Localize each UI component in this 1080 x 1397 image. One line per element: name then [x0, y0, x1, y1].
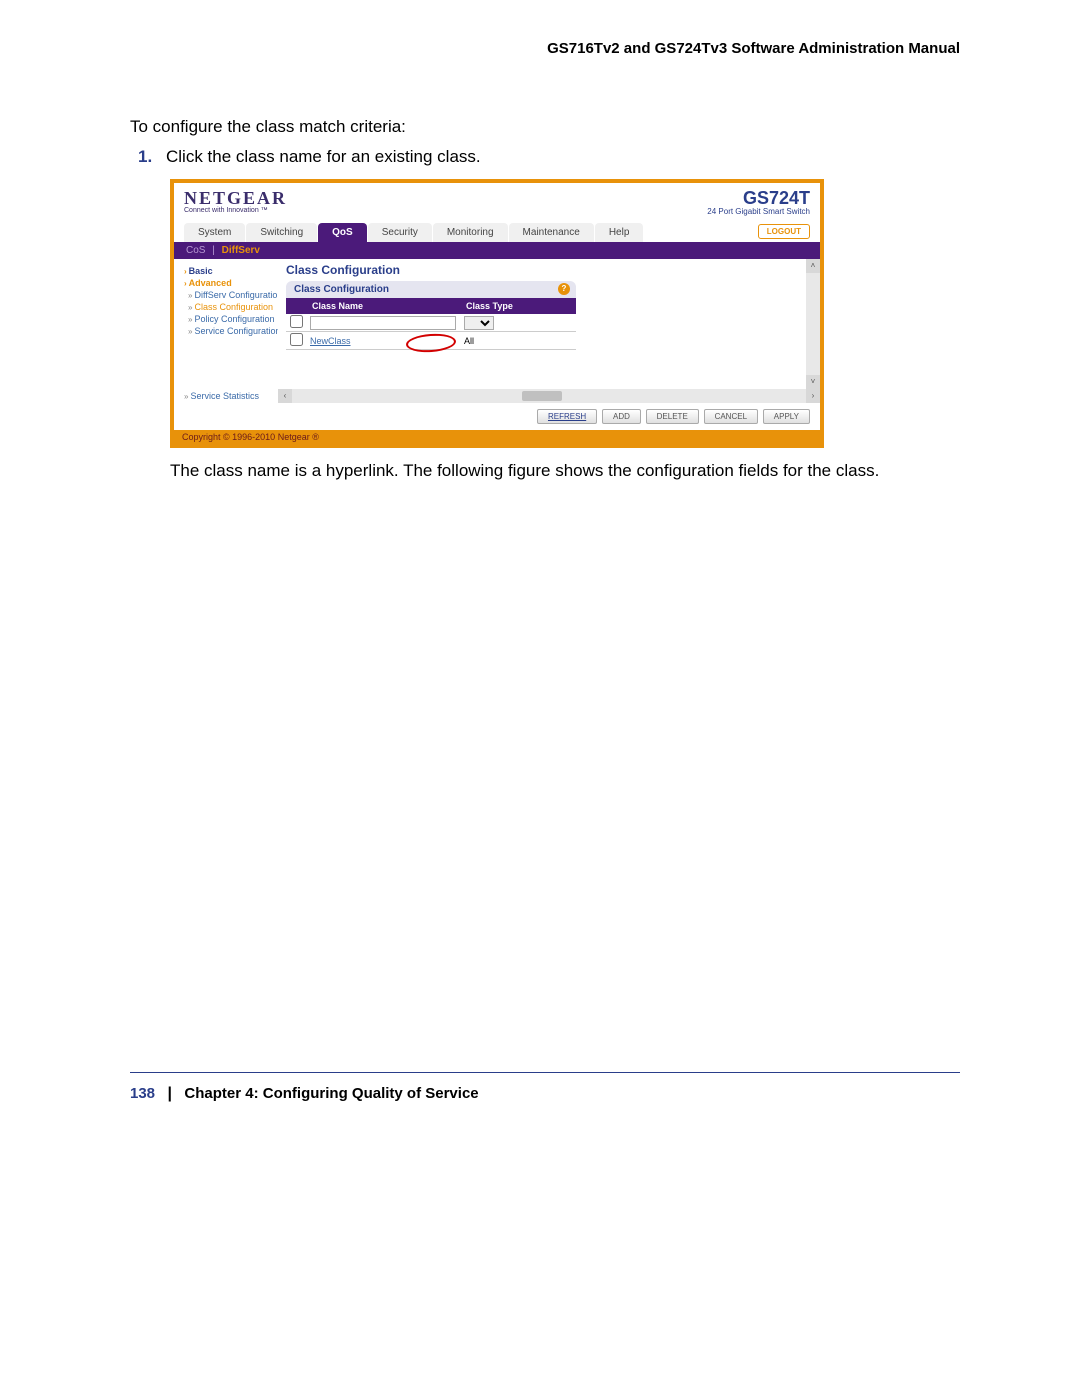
apply-button[interactable]: APPLY: [763, 409, 810, 424]
subtab-diffserv[interactable]: DiffServ: [222, 245, 260, 256]
class-name-link[interactable]: NewClass: [310, 336, 351, 346]
sidebar-diffserv-config[interactable]: »DiffServ Configuration: [178, 289, 274, 301]
refresh-button[interactable]: REFRESH: [537, 409, 597, 424]
class-name-input[interactable]: [310, 316, 456, 330]
panel-subheading: Class Configuration ?: [286, 281, 576, 298]
sidebar: ›Basic ›Advanced »DiffServ Configuration…: [174, 259, 278, 389]
intro-text: To configure the class match criteria:: [130, 117, 960, 137]
doc-header: GS716Tv2 and GS724Tv3 Software Administr…: [130, 30, 960, 117]
th-class-name: Class Name: [306, 298, 460, 314]
chapter-title: Chapter 4: Configuring Quality of Servic…: [184, 1085, 478, 1102]
row-checkbox[interactable]: [290, 333, 303, 346]
cancel-button[interactable]: CANCEL: [704, 409, 758, 424]
footer-separator: |: [167, 1085, 171, 1102]
chevron-right-icon: ›: [184, 279, 187, 288]
sidebar-basic[interactable]: ›Basic: [178, 265, 274, 277]
class-type-select[interactable]: [464, 316, 494, 330]
step-text: Click the class name for an existing cla…: [166, 147, 481, 167]
sidebar-policy-config[interactable]: »Policy Configuration: [178, 313, 274, 325]
main-tabs: System Switching QoS Security Monitoring…: [174, 220, 820, 242]
th-class-type: Class Type: [460, 298, 576, 314]
chevron-right-icon: »: [188, 303, 192, 312]
panel-heading: Class Configuration: [278, 259, 820, 279]
row-select-all-checkbox[interactable]: [290, 315, 303, 328]
chevron-right-icon: »: [188, 327, 192, 336]
chevron-right-icon: »: [188, 315, 192, 324]
scroll-up-icon[interactable]: ˄: [806, 259, 820, 273]
th-checkbox: [286, 298, 306, 314]
horizontal-scrollbar[interactable]: ‹ ›: [278, 389, 820, 403]
sidebar-advanced[interactable]: ›Advanced: [178, 277, 274, 289]
tab-monitoring[interactable]: Monitoring: [433, 223, 508, 242]
screenshot-figure: NETGEAR Connect with Innovation ™ GS724T…: [170, 179, 824, 448]
table-header-row: Class Name Class Type: [286, 298, 576, 314]
class-type-value: All: [464, 336, 474, 346]
help-icon[interactable]: ?: [558, 283, 570, 295]
scroll-down-icon[interactable]: ˅: [806, 375, 820, 389]
step-number: 1.: [138, 147, 166, 167]
table-input-row: [286, 314, 576, 332]
doc-footer: 138 | Chapter 4: Configuring Quality of …: [0, 1073, 1080, 1143]
step-1: 1. Click the class name for an existing …: [138, 147, 960, 167]
sidebar-service-stats[interactable]: »Service Statistics: [174, 391, 278, 401]
tab-switching[interactable]: Switching: [246, 223, 317, 242]
sub-tabs: CoS | DiffServ: [174, 242, 820, 259]
sidebar-service-config[interactable]: »Service Configuration: [178, 325, 274, 337]
tab-security[interactable]: Security: [368, 223, 432, 242]
netgear-logo: NETGEAR: [184, 189, 287, 207]
scroll-left-icon[interactable]: ‹: [278, 389, 292, 403]
table-row: NewClass All: [286, 332, 576, 350]
copyright-text: Copyright © 1996-2010 Netgear ®: [174, 430, 820, 444]
tab-maintenance[interactable]: Maintenance: [509, 223, 594, 242]
subtab-cos[interactable]: CoS: [186, 245, 205, 256]
logout-button[interactable]: LOGOUT: [758, 224, 810, 239]
product-tagline: 24 Port Gigabit Smart Switch: [707, 207, 810, 216]
chevron-right-icon: »: [184, 392, 188, 401]
scroll-thumb[interactable]: [522, 391, 562, 401]
chevron-right-icon: ›: [184, 267, 187, 276]
add-button[interactable]: ADD: [602, 409, 641, 424]
vertical-scrollbar[interactable]: ˄ ˅: [806, 259, 820, 389]
sidebar-class-config[interactable]: »Class Configuration: [178, 301, 274, 313]
subtab-separator: |: [212, 245, 215, 256]
post-figure-text: The class name is a hyperlink. The follo…: [170, 460, 960, 483]
netgear-tagline: Connect with Innovation ™: [184, 207, 287, 214]
netgear-brand: NETGEAR Connect with Innovation ™: [184, 189, 287, 216]
product-name: GS724T: [707, 189, 810, 207]
tab-qos[interactable]: QoS: [318, 223, 367, 242]
product-brand: GS724T 24 Port Gigabit Smart Switch: [707, 189, 810, 216]
page-number: 138: [130, 1085, 155, 1102]
tab-system[interactable]: System: [184, 223, 245, 242]
chevron-right-icon: »: [188, 291, 192, 300]
delete-button[interactable]: DELETE: [646, 409, 699, 424]
tab-help[interactable]: Help: [595, 223, 644, 242]
scroll-right-icon[interactable]: ›: [806, 389, 820, 403]
action-bar: REFRESH ADD DELETE CANCEL APPLY: [174, 403, 820, 430]
main-panel: Class Configuration Class Configuration …: [278, 259, 820, 389]
class-config-panel: Class Configuration ? Class Name Class T…: [286, 281, 576, 350]
